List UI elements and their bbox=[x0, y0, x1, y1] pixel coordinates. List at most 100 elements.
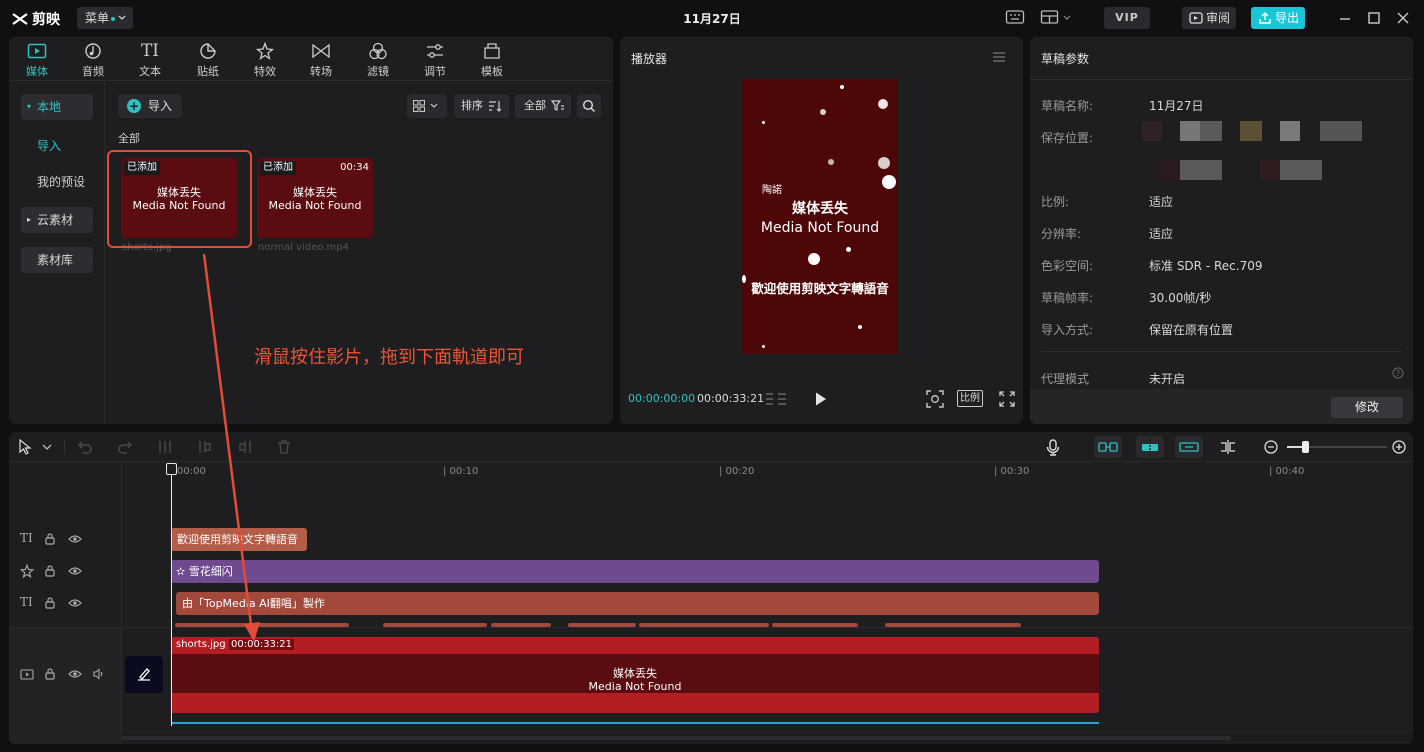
tab-adjust[interactable]: 调节 bbox=[415, 41, 455, 79]
main-track-magnet-button[interactable] bbox=[1094, 436, 1122, 458]
play-icon[interactable] bbox=[814, 391, 828, 407]
main-video-clip[interactable]: shorts.jpg 00:00:33:21 媒体丢失 Media Not Fo… bbox=[171, 637, 1099, 713]
redo-icon[interactable] bbox=[117, 440, 133, 454]
sort-button[interactable]: 排序 bbox=[454, 94, 509, 118]
sub-clip-bar[interactable] bbox=[639, 623, 769, 627]
split-icon[interactable] bbox=[157, 440, 173, 454]
fullscreen-icon[interactable] bbox=[999, 391, 1015, 407]
delete-icon[interactable] bbox=[277, 440, 291, 454]
highlight-box bbox=[107, 150, 252, 248]
zoom-out-icon[interactable] bbox=[1264, 440, 1278, 454]
eye-icon[interactable] bbox=[68, 566, 82, 576]
preview-axis-icon[interactable] bbox=[1219, 439, 1237, 455]
sub-clip-bar[interactable] bbox=[491, 623, 551, 627]
audio-icon bbox=[85, 43, 101, 59]
sub-clip-bar[interactable] bbox=[383, 623, 487, 627]
sidebar-item-library[interactable]: 素材库 bbox=[21, 247, 93, 273]
clip-name: shorts.jpg bbox=[176, 639, 226, 650]
menu-button[interactable]: 菜单 bbox=[77, 7, 133, 29]
sub-clip-bar[interactable] bbox=[568, 623, 636, 627]
preview-screen[interactable]: 陶諾 媒体丢失 Media Not Found 歡迎使用剪映文字轉語音 bbox=[742, 79, 898, 354]
eye-icon[interactable] bbox=[68, 669, 82, 679]
ratio-button[interactable]: 比例 bbox=[957, 390, 983, 407]
plus-icon: + bbox=[127, 99, 141, 113]
vip-button[interactable]: VIP bbox=[1104, 7, 1150, 29]
eye-icon[interactable] bbox=[68, 534, 82, 544]
playhead-handle[interactable] bbox=[166, 463, 177, 475]
eye-icon[interactable] bbox=[68, 598, 82, 608]
microphone-icon[interactable] bbox=[1046, 439, 1060, 456]
lock-icon[interactable] bbox=[45, 597, 55, 609]
text-clip-topmedia[interactable]: 由「TopMedia AI翻唱」製作 bbox=[176, 592, 1099, 615]
video-track-icon bbox=[20, 669, 34, 680]
app-name: 剪映 bbox=[32, 12, 60, 28]
sub-clip-bar[interactable] bbox=[772, 623, 858, 627]
trim-right-icon[interactable] bbox=[237, 440, 253, 454]
timeline-scrollbar[interactable] bbox=[121, 735, 1413, 741]
import-button[interactable]: + 导入 bbox=[118, 94, 182, 118]
fit-screen-icon[interactable] bbox=[926, 390, 944, 408]
clip-media-missing: 媒体丢失 bbox=[613, 667, 657, 680]
sub-clip-bar[interactable] bbox=[175, 623, 349, 627]
export-button[interactable]: 导出 bbox=[1251, 7, 1305, 29]
playhead[interactable] bbox=[171, 464, 172, 726]
sidebar-item-my-presets[interactable]: 我的预设 bbox=[21, 169, 93, 195]
effect-track-icon bbox=[20, 564, 34, 578]
shortcut-keyboard-icon[interactable] bbox=[1005, 8, 1025, 28]
sidebar-item-cloud[interactable]: ▸ 云素材 bbox=[21, 207, 93, 233]
lock-icon[interactable] bbox=[45, 565, 55, 577]
search-button[interactable] bbox=[577, 94, 601, 118]
menu-dot-icon bbox=[111, 16, 116, 21]
lock-icon[interactable] bbox=[45, 533, 55, 545]
linkage-button[interactable] bbox=[1175, 436, 1203, 458]
tab-sticker[interactable]: 贴纸 bbox=[188, 41, 228, 79]
undo-icon[interactable] bbox=[77, 440, 93, 454]
tab-label: 文本 bbox=[139, 65, 161, 78]
modify-button[interactable]: 修改 bbox=[1331, 397, 1403, 418]
timeline-grid-icon[interactable] bbox=[765, 391, 787, 407]
sub-clip-bar[interactable] bbox=[885, 623, 1021, 627]
lock-icon[interactable] bbox=[45, 668, 55, 680]
volume-icon[interactable] bbox=[93, 668, 105, 680]
zoom-in-icon[interactable] bbox=[1392, 440, 1406, 454]
tab-audio[interactable]: 音频 bbox=[73, 41, 113, 79]
chevron-down-icon[interactable] bbox=[42, 444, 52, 450]
filter-all-button[interactable]: 全部 bbox=[515, 94, 571, 118]
sidebar-label: 本地 bbox=[37, 100, 62, 114]
media-sidebar: ▾ 本地 导入 我的预设 ▸ 云素材 素材库 bbox=[9, 82, 105, 424]
draft-params-panel: 草稿参数 草稿名称: 11月27日 保存位置: 比例: 适应 分辨率: 适应 色… bbox=[1030, 37, 1413, 424]
tab-transition[interactable]: 转场 bbox=[301, 41, 341, 79]
media-item-name: normal video.mp4 bbox=[258, 242, 349, 253]
tab-filter[interactable]: 滤镜 bbox=[358, 41, 398, 79]
tab-media[interactable]: 媒体 bbox=[17, 41, 57, 79]
tab-effects[interactable]: 特效 bbox=[245, 41, 285, 79]
transition-icon bbox=[312, 43, 330, 59]
effect-clip-snow[interactable]: ✫ 雪花细闪 bbox=[171, 560, 1099, 583]
sidebar-item-import[interactable]: 导入 bbox=[21, 133, 93, 159]
zoom-slider[interactable] bbox=[1287, 441, 1387, 453]
scrollbar-thumb[interactable] bbox=[121, 736, 1231, 740]
select-cursor-icon[interactable] bbox=[18, 439, 32, 455]
tab-text[interactable]: TI 文本 bbox=[130, 41, 170, 79]
capcut-logo-icon bbox=[12, 13, 28, 25]
trim-left-icon[interactable] bbox=[197, 440, 213, 454]
maximize-icon[interactable] bbox=[1365, 9, 1383, 27]
zoom-slider-handle[interactable] bbox=[1302, 441, 1309, 453]
sidebar-item-local[interactable]: ▾ 本地 bbox=[21, 94, 93, 120]
text-track-1-controls: TI bbox=[9, 527, 121, 553]
tab-label: 音频 bbox=[82, 65, 104, 78]
help-icon[interactable]: ? bbox=[1392, 367, 1404, 379]
export-label: 导出 bbox=[1275, 11, 1300, 25]
tab-template[interactable]: 模板 bbox=[472, 41, 512, 79]
view-mode-button[interactable] bbox=[407, 94, 447, 118]
time-ruler[interactable]: 00:00 | 00:10 | 00:20 | 00:30 | 00:40 bbox=[121, 462, 1413, 484]
auto-snap-button[interactable] bbox=[1136, 436, 1164, 458]
close-icon[interactable] bbox=[1394, 9, 1412, 27]
review-button[interactable]: 审阅 bbox=[1182, 7, 1236, 29]
minimize-icon[interactable] bbox=[1336, 9, 1354, 27]
cover-thumbnail[interactable] bbox=[125, 656, 163, 693]
text-clip-welcome[interactable]: 歡迎使用剪映文字轉語音 bbox=[171, 528, 307, 551]
layout-icon[interactable] bbox=[1040, 8, 1074, 28]
hamburger-menu-icon[interactable] bbox=[992, 51, 1006, 63]
media-item-normal-video[interactable]: 已添加 00:34 媒体丢失 Media Not Found bbox=[257, 158, 373, 238]
